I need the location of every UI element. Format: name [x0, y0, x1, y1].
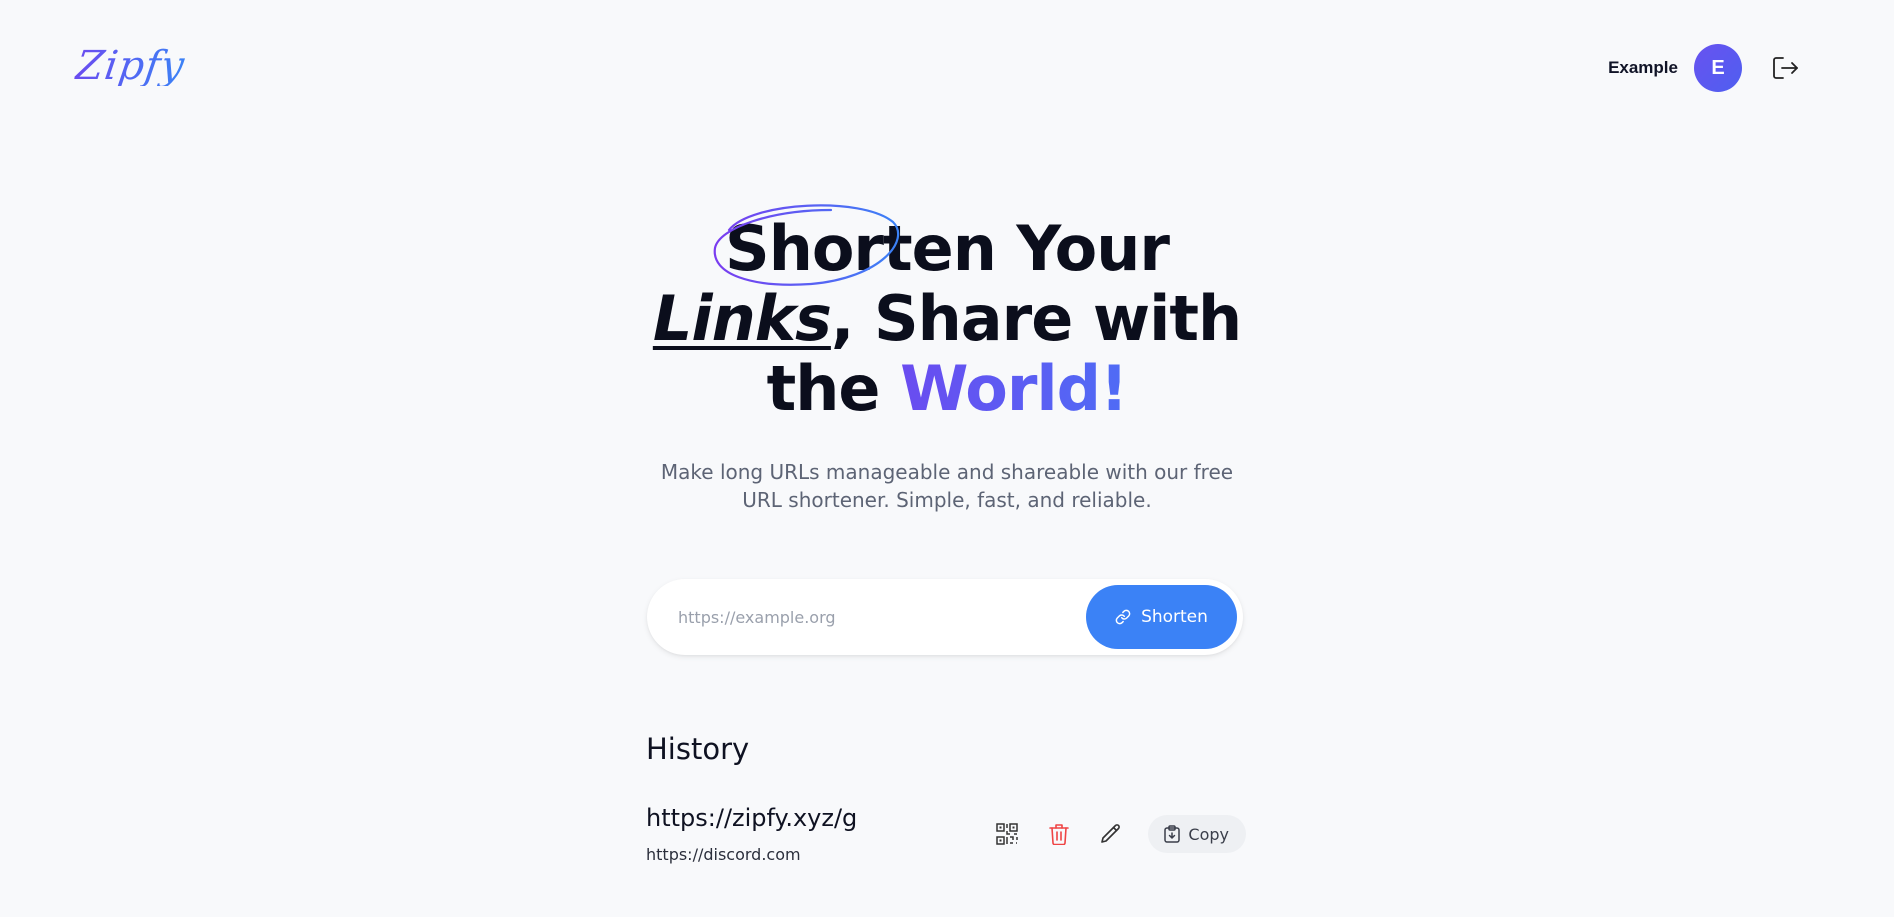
- qr-code-icon: [996, 823, 1019, 845]
- title-word-world: World!: [900, 352, 1128, 425]
- avatar[interactable]: E: [1694, 44, 1742, 92]
- original-url: https://discord.com: [646, 845, 801, 864]
- hero: Shorten Your Links, Share with the World…: [0, 204, 1894, 514]
- history-title: History: [646, 732, 750, 766]
- shorten-button[interactable]: Shorten: [1086, 585, 1237, 649]
- edit-button[interactable]: [1096, 819, 1126, 849]
- pencil-icon: [1101, 824, 1121, 843]
- qr-code-button[interactable]: [992, 819, 1022, 849]
- user-area: Example E: [1608, 44, 1800, 92]
- title-line1-rest: Your: [995, 212, 1170, 285]
- logout-button[interactable]: [1772, 54, 1800, 82]
- logout-icon: [1773, 57, 1798, 79]
- clipboard-icon: [1164, 825, 1181, 843]
- history-item: https://zipfy.xyz/g https://discord.com: [646, 800, 1246, 870]
- title-word-links: Links: [652, 282, 832, 355]
- title-word-the: the: [766, 352, 901, 425]
- delete-button[interactable]: [1044, 819, 1074, 849]
- shorten-form: Shorten: [647, 579, 1243, 655]
- hero-subtitle: Make long URLs manageable and shareable …: [660, 460, 1234, 512]
- app-logo[interactable]: Zipfy: [73, 43, 188, 89]
- url-input[interactable]: [647, 596, 1086, 638]
- circled-word: Shorten: [713, 204, 997, 286]
- history-item-actions: Copy: [992, 814, 1246, 854]
- link-icon: [1115, 609, 1131, 625]
- hero-title: Shorten Your Links, Share with the World…: [0, 204, 1894, 425]
- short-url-link[interactable]: https://zipfy.xyz/g: [646, 804, 857, 832]
- shorten-button-label: Shorten: [1141, 607, 1208, 627]
- title-word-shorten: Shorten: [725, 212, 997, 285]
- trash-icon: [1049, 824, 1070, 845]
- title-line2-rest: , Share with: [830, 282, 1242, 355]
- copy-button-label: Copy: [1188, 824, 1229, 844]
- user-name: Example: [1608, 58, 1678, 77]
- copy-button[interactable]: Copy: [1148, 815, 1246, 853]
